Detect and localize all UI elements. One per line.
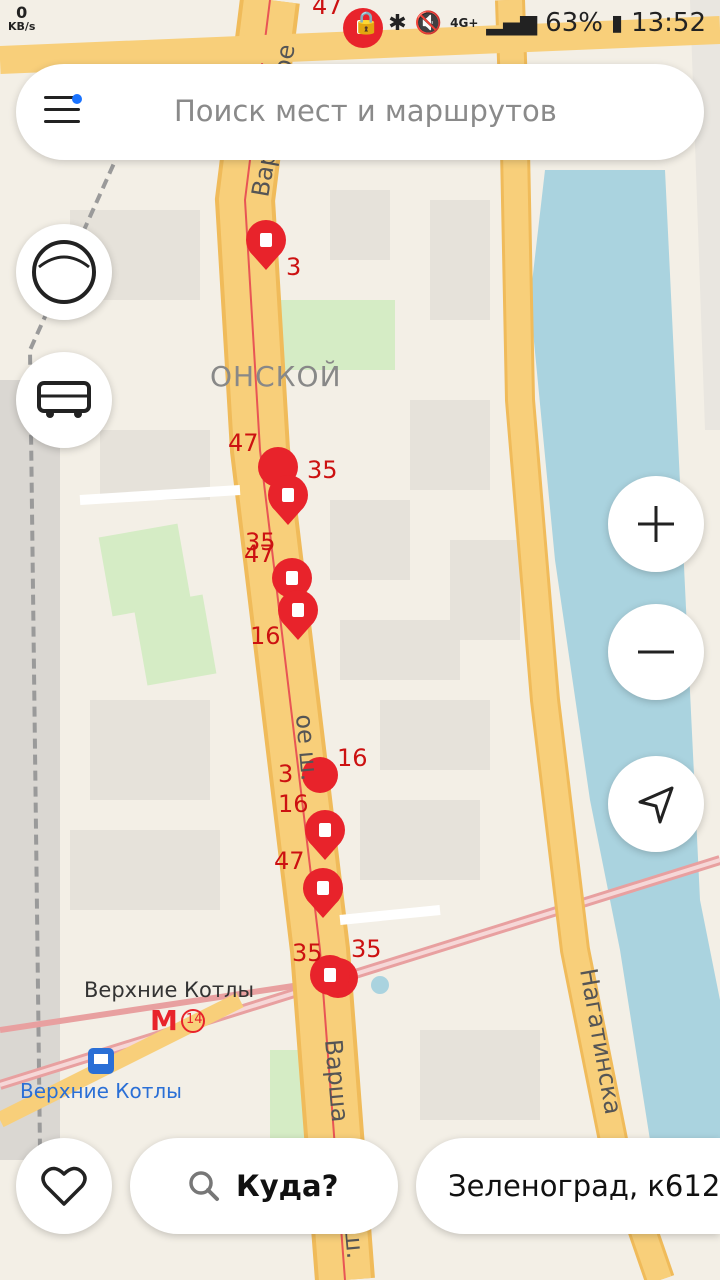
transport-layer-button[interactable] bbox=[16, 352, 112, 448]
where-to-button[interactable]: Куда? bbox=[130, 1138, 398, 1234]
signal-icon: ▂▄▆ bbox=[486, 10, 538, 36]
marker-label: 3 bbox=[286, 253, 302, 281]
where-to-label: Куда? bbox=[236, 1169, 339, 1203]
heart-icon bbox=[41, 1166, 87, 1206]
notification-dot bbox=[72, 94, 82, 104]
zoom-in-button[interactable] bbox=[608, 476, 704, 572]
clock: 13:52 bbox=[631, 8, 706, 38]
status-bar: 0 KB/s 🔒 ✱ 🔇 4G+ ▂▄▆ 63% ▮ 13:52 bbox=[0, 0, 720, 50]
recent-route-button[interactable]: Зеленоград, к612 bbox=[416, 1138, 720, 1234]
favorites-button[interactable] bbox=[16, 1138, 112, 1234]
battery-percent: 63% bbox=[545, 8, 603, 38]
minus-icon bbox=[638, 650, 674, 654]
alice-icon bbox=[32, 240, 96, 304]
marker-label: 3 bbox=[278, 760, 294, 788]
my-location-button[interactable] bbox=[608, 756, 704, 852]
marker-label: 16 bbox=[278, 790, 309, 818]
railway-station-label[interactable]: Верхние Котлы bbox=[20, 1079, 182, 1103]
search-input[interactable]: Поиск мест и маршрутов bbox=[174, 94, 557, 128]
metro-line-number: 14 bbox=[186, 1012, 203, 1027]
recent-route-label: Зеленоград, к612 bbox=[448, 1169, 720, 1203]
marker-label: 47 bbox=[228, 429, 259, 457]
railway-station-icon bbox=[88, 1048, 114, 1074]
lock-icon: 🔒 bbox=[352, 10, 381, 36]
marker-label: 16 bbox=[250, 622, 281, 650]
network-type: 4G+ bbox=[450, 16, 479, 30]
marker-label: 47 bbox=[244, 540, 275, 568]
navigation-arrow-icon bbox=[638, 786, 674, 824]
marker-label: 47 bbox=[274, 847, 305, 875]
marker-label: 35 bbox=[307, 456, 338, 484]
marker-label: 35 bbox=[292, 939, 323, 967]
district-label: ОНСКОЙ bbox=[210, 360, 342, 393]
mute-icon: 🔇 bbox=[414, 10, 443, 36]
network-speed: 0 KB/s bbox=[8, 5, 36, 34]
street-label-varshavskoe-mid: ое ш. bbox=[290, 713, 324, 782]
marker-label: 35 bbox=[351, 935, 382, 963]
battery-icon: ▮ bbox=[610, 10, 624, 36]
metro-station-label[interactable]: Верхние Котлы bbox=[84, 978, 254, 1002]
svg-text:M: M bbox=[150, 1004, 178, 1037]
bluetooth-icon: ✱ bbox=[388, 10, 407, 36]
bus-icon bbox=[37, 381, 91, 418]
zoom-out-button[interactable] bbox=[608, 604, 704, 700]
network-speed-unit: KB/s bbox=[8, 20, 36, 33]
search-icon bbox=[189, 1171, 219, 1201]
marker-label: 16 bbox=[337, 744, 368, 772]
search-bar[interactable]: Поиск мест и маршрутов bbox=[16, 64, 704, 160]
alice-voice-button[interactable] bbox=[16, 224, 112, 320]
plus-icon bbox=[638, 506, 674, 542]
